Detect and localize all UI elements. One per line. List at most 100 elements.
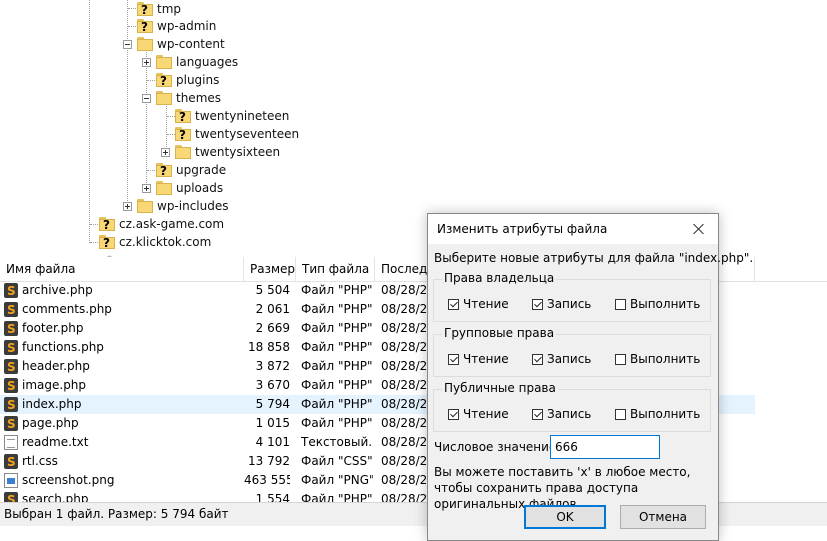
tree-node-themes[interactable]: themes (156, 89, 221, 107)
expand-toggle[interactable] (161, 148, 170, 157)
folder-icon (137, 37, 153, 51)
file-modified: 08/28/20 (381, 492, 431, 502)
expand-toggle[interactable] (123, 202, 132, 211)
dialog-title: Изменить атрибуты файла (437, 222, 608, 236)
tree-node-label: cz.klicktok.com (119, 235, 212, 249)
public-read-checkbox[interactable]: Чтение (448, 407, 509, 421)
checkbox-label: Чтение (463, 297, 509, 311)
php-file-icon (4, 301, 18, 319)
tree-node-wp-content[interactable]: wp-content (137, 35, 225, 53)
tree-node-wp-includes[interactable]: wp-includes (137, 197, 229, 215)
expand-toggle[interactable] (142, 184, 151, 193)
folder-icon (156, 181, 172, 195)
checkbox-box[interactable] (448, 408, 459, 420)
owner-read-checkbox[interactable]: Чтение (448, 297, 509, 311)
php-file-icon (4, 453, 18, 471)
column-header-size[interactable]: Размер (244, 257, 296, 281)
tree-node-cz-klicktok[interactable]: ? cz.klicktok.com (99, 233, 211, 251)
numeric-value-label: Числовое значение: (434, 440, 561, 454)
file-size: 13 792 (248, 454, 290, 468)
close-icon[interactable] (678, 214, 718, 244)
owner-execute-checkbox[interactable]: Выполнить (615, 297, 700, 311)
checkbox-box[interactable] (532, 298, 543, 310)
checkbox-label: Запись (547, 297, 592, 311)
column-header-type[interactable]: Тип файла (296, 257, 375, 281)
owner-write-checkbox[interactable]: Запись (532, 297, 591, 311)
file-type: Файл "PHP" (301, 416, 373, 430)
public-execute-checkbox[interactable]: Выполнить (615, 407, 700, 421)
tree-node-languages[interactable]: languages (156, 53, 238, 71)
group-title: Права владельца (442, 271, 557, 285)
tree-node-upgrade[interactable]: ? upgrade (156, 161, 226, 179)
unknown-folder-icon: ? (156, 163, 172, 178)
cancel-button[interactable]: Отмена (620, 505, 706, 529)
file-name-cell: header.php (4, 357, 244, 376)
checkbox-box[interactable] (532, 408, 543, 420)
column-header-name[interactable]: Имя файла (0, 257, 244, 281)
group-execute-checkbox[interactable]: Выполнить (615, 352, 700, 366)
tree-connector (90, 224, 98, 225)
tree-connector (127, 0, 128, 207)
numeric-value-input[interactable] (550, 435, 660, 459)
collapse-toggle[interactable] (123, 40, 132, 49)
file-modified: 08/28/20 (381, 340, 431, 354)
txt-file-icon (4, 435, 18, 450)
file-modified: 08/28/20 (381, 283, 431, 297)
file-name-cell: comments.php (4, 300, 244, 319)
checkbox-box[interactable] (532, 353, 543, 365)
checkbox-box[interactable] (448, 353, 459, 365)
tree-node-cz-ask-game[interactable]: ? cz.ask-game.com (99, 215, 224, 233)
file-name-cell: functions.php (4, 338, 244, 357)
checkbox-box[interactable] (448, 298, 459, 310)
checkbox-box[interactable] (615, 298, 626, 310)
file-name: search.php (22, 492, 89, 502)
file-size: 18 858 (248, 340, 290, 354)
png-file-icon (4, 473, 18, 488)
php-file-icon (4, 339, 18, 357)
tree-connector (90, 242, 98, 243)
tree-connector (147, 170, 155, 171)
file-modified: 08/28/20 (381, 302, 431, 316)
file-name-cell: index.php (4, 395, 244, 414)
php-file-icon (4, 282, 18, 300)
checkbox-box[interactable] (615, 353, 626, 365)
php-file-icon (4, 320, 18, 338)
tree-node-twentyseventeen[interactable]: ? twentyseventeen (175, 125, 299, 143)
php-file-icon (4, 396, 18, 414)
file-modified: 08/28/20 (381, 416, 431, 430)
tree-connector (128, 26, 136, 27)
tree-node-label: languages (176, 55, 239, 69)
public-write-checkbox[interactable]: Запись (532, 407, 591, 421)
file-modified: 08/28/20 (381, 473, 431, 487)
tree-node-twentysixteen[interactable]: twentysixteen (175, 143, 280, 161)
tree-node-label: twentyseventeen (195, 127, 300, 141)
group-write-checkbox[interactable]: Запись (532, 352, 591, 366)
file-size: 5 794 (255, 397, 290, 411)
tree-node-label: cz.ask-game.com (119, 217, 225, 231)
tree-node-tmp[interactable]: ? tmp (137, 0, 181, 18)
file-name-cell: readme.txt (4, 433, 244, 452)
checkbox-box[interactable] (615, 408, 626, 420)
folder-icon (156, 91, 172, 105)
checkbox-label: Чтение (463, 352, 509, 366)
unknown-folder-icon: ? (137, 19, 153, 34)
file-name-cell: rtl.css (4, 452, 244, 471)
tree-node-wp-admin[interactable]: ? wp-admin (137, 17, 216, 35)
expand-toggle[interactable] (142, 58, 151, 67)
file-modified: 08/28/20 (381, 378, 431, 392)
file-name: archive.php (22, 283, 93, 297)
tree-node-plugins[interactable]: ? plugins (156, 71, 219, 89)
status-text: Выбран 1 файл. Размер: 5 794 байт (4, 507, 229, 521)
tree-node-twentynineteen[interactable]: ? twentynineteen (175, 107, 289, 125)
file-name-cell: archive.php (4, 281, 244, 300)
folder-icon (137, 199, 153, 213)
checkbox-label: Запись (547, 352, 592, 366)
tree-node-label: themes (176, 91, 222, 105)
group-read-checkbox[interactable]: Чтение (448, 352, 509, 366)
file-type: Файл "PNG" (301, 473, 373, 487)
tree-node-uploads[interactable]: uploads (156, 179, 223, 197)
collapse-toggle[interactable] (142, 94, 151, 103)
group-title: Групповые права (442, 326, 557, 340)
file-name-cell: footer.php (4, 319, 244, 338)
ok-button[interactable]: OK (524, 505, 606, 529)
